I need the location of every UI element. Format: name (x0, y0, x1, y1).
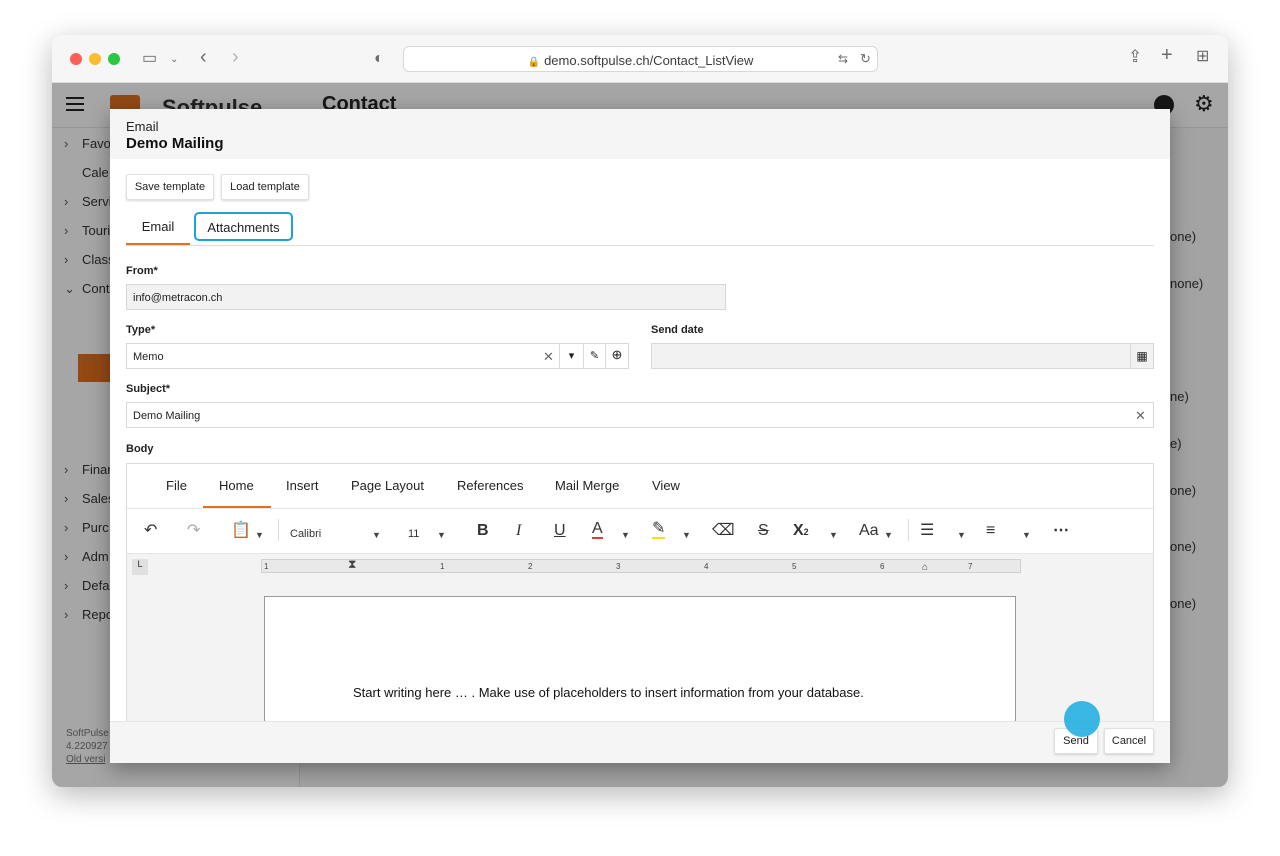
chevron-down-icon[interactable]: ▼ (437, 525, 446, 545)
indent-marker-icon[interactable]: ⧗ (348, 557, 356, 572)
type-label: Type* (126, 324, 156, 336)
save-template-button[interactable]: Save template (126, 174, 214, 200)
new-tab-icon[interactable]: + (1161, 45, 1173, 65)
subject-value: Demo Mailing (133, 410, 201, 422)
forward-icon[interactable]: › (232, 47, 239, 67)
right-indent-marker-icon[interactable]: ⌂ (922, 562, 928, 573)
chevron-down-icon[interactable]: ▼ (829, 525, 838, 545)
chevron-down-icon[interactable]: ▼ (1022, 525, 1031, 545)
clear-icon[interactable]: ✕ (1135, 408, 1146, 424)
chevron-down-icon[interactable]: ▼ (682, 525, 691, 545)
type-value: Memo (133, 351, 164, 363)
browser-window: ▭ ⌄ ‹ › ◐ 🔒 demo.softpulse.ch/Contact_Lis… (52, 35, 1228, 787)
editor-toolbar: ↶ ↷ 📋 ▼ Calibri ▼ 11 ▼ B I U A ▼ ✎ ▼ ⌫ S… (127, 509, 1153, 553)
dialog-title: Demo Mailing (126, 135, 224, 152)
page-content: Softpulse Contact ⚙ › Favo Cale › Servi › T… (52, 83, 1228, 787)
document-text[interactable]: Start writing here … . Make use of place… (353, 685, 864, 700)
send-date-label: Send date (651, 324, 704, 336)
calendar-icon[interactable]: ▦ (1130, 344, 1153, 368)
tab-divider (126, 245, 1154, 246)
edit-icon[interactable]: ✎ (583, 344, 605, 368)
subject-input[interactable]: Demo Mailing ✕ (126, 402, 1154, 428)
chevron-down-icon[interactable]: ▼ (957, 525, 966, 545)
load-template-button[interactable]: Load template (221, 174, 309, 200)
tab-overview-icon[interactable]: ⊞ (1196, 49, 1209, 65)
menu-tab-mail-merge[interactable]: Mail Merge (555, 478, 619, 493)
chevron-down-icon[interactable]: ▾ (559, 344, 583, 368)
chevron-down-icon[interactable]: ⌄ (170, 52, 178, 68)
dialog-footer: Send Cancel (110, 721, 1170, 763)
subscript-icon[interactable]: X2 (793, 521, 809, 542)
send-button[interactable]: Send (1054, 728, 1098, 754)
chevron-down-icon[interactable]: ▼ (372, 525, 381, 545)
email-dialog: Email Demo Mailing Save template Load te… (110, 109, 1170, 763)
add-icon[interactable]: ⊕ (605, 344, 628, 368)
ruler[interactable]: 1 1 2 3 4 5 6 7 ⧗ ⌂ (261, 557, 1021, 573)
menu-tab-file[interactable]: File (166, 478, 187, 493)
clear-formatting-icon[interactable]: ⌫ (712, 521, 735, 541)
font-size-select[interactable]: 11 (408, 524, 419, 544)
sidebar-toggle-icon[interactable]: ▭ (142, 51, 157, 67)
from-field[interactable]: info@metracon.ch (126, 284, 726, 310)
more-icon[interactable]: ⋯ (1053, 521, 1069, 541)
subject-label: Subject* (126, 383, 171, 395)
indent-icon[interactable]: ≡ (986, 521, 995, 541)
lock-icon: 🔒 (527, 57, 541, 68)
numbered-list-icon[interactable]: ☰ (920, 521, 934, 541)
from-label: From* (126, 265, 158, 277)
chevron-down-icon[interactable]: ▼ (621, 525, 630, 545)
minimize-window-button[interactable] (89, 53, 101, 65)
menu-tab-page-layout[interactable]: Page Layout (351, 478, 424, 493)
type-select[interactable]: Memo ✕ ▾ ✎ ⊕ (126, 343, 629, 369)
dialog-kind: Email (126, 119, 159, 134)
address-bar[interactable]: 🔒 demo.softpulse.ch/Contact_ListView ⇆ ↻ (403, 46, 878, 72)
send-date-field[interactable]: ▦ (651, 343, 1154, 369)
back-icon[interactable]: ‹ (200, 47, 207, 67)
font-color-icon[interactable]: A (592, 521, 603, 539)
menu-tab-references[interactable]: References (457, 478, 523, 493)
rich-text-editor: File Home Insert Page Layout References … (126, 463, 1154, 763)
change-case-icon[interactable]: Aa (859, 521, 879, 541)
zoom-window-button[interactable] (108, 53, 120, 65)
font-name-select[interactable]: Calibri (290, 524, 321, 544)
tab-attachments[interactable]: Attachments (194, 212, 293, 241)
redo-icon[interactable]: ↷ (187, 521, 200, 541)
close-window-button[interactable] (70, 53, 82, 65)
chevron-down-icon[interactable]: ▼ (255, 525, 264, 545)
cancel-button[interactable]: Cancel (1104, 728, 1154, 754)
strikethrough-icon[interactable]: S (758, 521, 769, 541)
undo-icon[interactable]: ↶ (144, 521, 157, 541)
translate-icon[interactable]: ⇆ (838, 51, 848, 67)
underline-icon[interactable]: U (554, 521, 566, 541)
menu-tab-view[interactable]: View (652, 478, 680, 493)
tab-stop-icon[interactable]: L (132, 559, 148, 575)
clipboard-icon[interactable]: 📋 (231, 521, 251, 541)
share-icon[interactable]: ⇪ (1128, 48, 1142, 65)
clear-icon[interactable]: ✕ (543, 349, 554, 365)
tab-email[interactable]: Email (126, 211, 190, 245)
browser-titlebar: ▭ ⌄ ‹ › ◐ 🔒 demo.softpulse.ch/Contact_Lis… (52, 35, 1228, 83)
dialog-header: Email Demo Mailing (110, 109, 1170, 159)
italic-icon[interactable]: I (516, 521, 521, 541)
shield-icon[interactable]: ◐ (374, 51, 384, 67)
menu-tab-insert[interactable]: Insert (286, 478, 319, 493)
body-label: Body (126, 443, 154, 455)
reload-icon[interactable]: ↻ (860, 51, 871, 67)
highlight-icon[interactable]: ✎ (652, 521, 666, 539)
chevron-down-icon[interactable]: ▼ (884, 525, 893, 545)
menu-tab-home[interactable]: Home (219, 478, 254, 493)
url-text: demo.softpulse.ch/Contact_ListView (544, 53, 754, 68)
bold-icon[interactable]: B (477, 521, 489, 541)
